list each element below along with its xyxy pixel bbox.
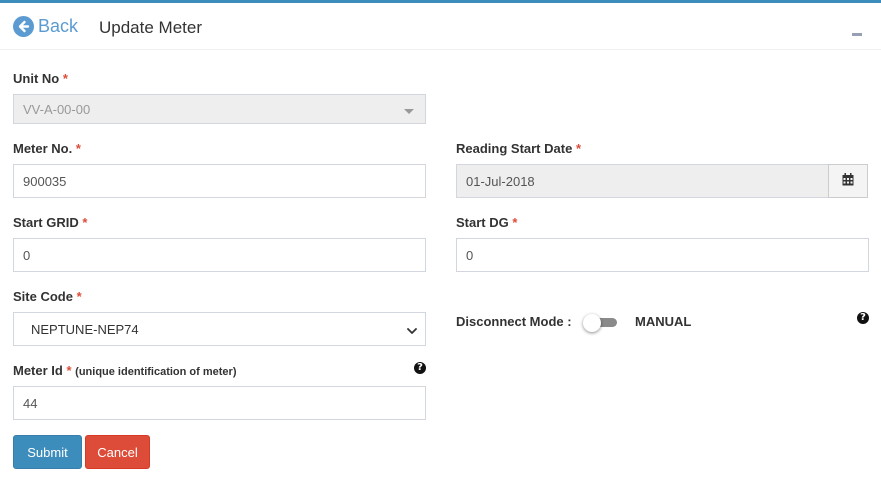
page-title: Update Meter bbox=[99, 18, 202, 37]
site-code-select[interactable]: NEPTUNE-NEP74 bbox=[13, 312, 426, 346]
reading-start-date-label: Reading Start Date * bbox=[456, 141, 581, 156]
required-marker: * bbox=[66, 363, 72, 378]
update-meter-panel: Back Update Meter Unit No * VV-A-00-00 M… bbox=[0, 0, 881, 488]
required-marker: * bbox=[76, 289, 82, 304]
meter-no-label: Meter No. * bbox=[13, 141, 81, 156]
caret-down-icon bbox=[404, 109, 414, 114]
panel-header: Back Update Meter bbox=[0, 6, 881, 50]
minus-icon[interactable] bbox=[852, 33, 862, 36]
disconnect-mode-state: MANUAL bbox=[635, 314, 692, 329]
chevron-down-icon bbox=[407, 324, 417, 339]
toggle-knob bbox=[583, 314, 601, 332]
disconnect-mode-toggle[interactable] bbox=[583, 314, 617, 332]
start-grid-label: Start GRID * bbox=[13, 215, 88, 230]
calendar-icon bbox=[842, 173, 854, 189]
meter-id-hint: (unique identification of meter) bbox=[75, 366, 237, 378]
unit-no-label: Unit No * bbox=[13, 71, 68, 86]
start-grid-input[interactable]: 0 bbox=[13, 238, 426, 272]
meter-no-input[interactable]: 900035 bbox=[13, 164, 426, 198]
required-marker: * bbox=[82, 215, 88, 230]
meter-no-value: 900035 bbox=[23, 173, 67, 189]
required-marker: * bbox=[575, 141, 581, 156]
unit-no-select[interactable]: VV-A-00-00 bbox=[13, 94, 426, 124]
cancel-button[interactable]: Cancel bbox=[85, 435, 150, 469]
meter-id-input[interactable]: 44 bbox=[13, 386, 426, 420]
disconnect-mode-label: Disconnect Mode : bbox=[456, 314, 572, 329]
start-dg-label: Start DG * bbox=[456, 215, 518, 230]
reading-start-date-value: 01-Jul-2018 bbox=[466, 173, 535, 189]
question-circle-icon[interactable]: ? bbox=[857, 312, 869, 324]
site-code-label: Site Code * bbox=[13, 289, 82, 304]
arrow-circle-left-icon bbox=[13, 16, 34, 37]
question-circle-icon[interactable]: ? bbox=[414, 362, 426, 374]
start-dg-input[interactable]: 0 bbox=[456, 238, 869, 272]
required-marker: * bbox=[62, 71, 68, 86]
site-code-value: NEPTUNE-NEP74 bbox=[31, 321, 139, 337]
unit-no-value: VV-A-00-00 bbox=[23, 101, 91, 117]
meter-id-label: Meter Id * (unique identification of met… bbox=[13, 363, 237, 378]
meter-id-value: 44 bbox=[23, 395, 38, 411]
submit-button[interactable]: Submit bbox=[13, 435, 82, 469]
reading-start-date-input[interactable]: 01-Jul-2018 bbox=[456, 164, 829, 198]
start-grid-value: 0 bbox=[23, 247, 31, 263]
required-marker: * bbox=[512, 215, 518, 230]
calendar-button[interactable] bbox=[828, 164, 868, 198]
back-link[interactable]: Back bbox=[13, 16, 78, 37]
required-marker: * bbox=[75, 141, 81, 156]
start-dg-value: 0 bbox=[466, 247, 474, 263]
back-label: Back bbox=[38, 16, 79, 36]
